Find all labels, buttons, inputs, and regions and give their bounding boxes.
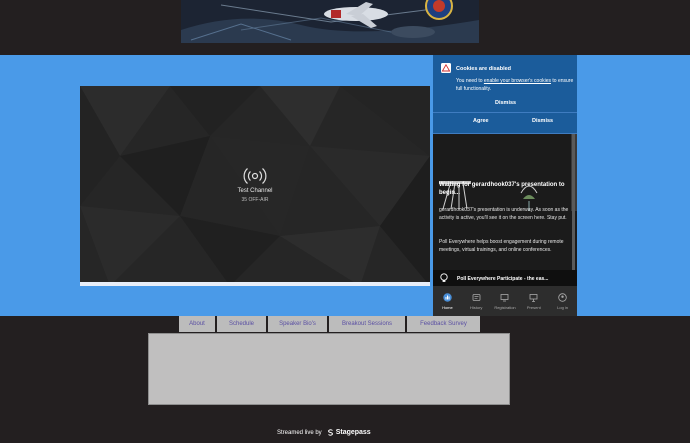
dismiss-button[interactable]: Dismiss: [495, 100, 516, 106]
banner-image: [181, 0, 479, 43]
cookie-message-prefix: You need to: [456, 78, 484, 84]
waiting-title: Waiting for gerardhook037's presentation…: [439, 182, 565, 196]
tip-text: Poll Everywhere Participate - the eas...: [457, 276, 549, 282]
enable-cookies-link[interactable]: enable your browser's cookies: [484, 78, 551, 84]
channel-status: 35 OFF-AIR: [241, 197, 269, 203]
nav-item-home[interactable]: Home: [433, 286, 462, 316]
warning-icon: [441, 63, 451, 73]
poll-everywhere-description: Poll Everywhere helps boost engagement d…: [439, 239, 564, 253]
stagepass-brand-text: Stagepass: [335, 429, 371, 436]
stagepass-logo[interactable]: Stagepass: [327, 429, 371, 436]
broadcast-icon: [243, 166, 267, 186]
registration-icon: [501, 293, 509, 301]
dismiss-button-secondary[interactable]: Dismiss: [532, 118, 553, 124]
channel-name: Test Channel: [237, 188, 273, 194]
home-icon: [443, 292, 452, 302]
nav-item-present[interactable]: Present: [519, 286, 548, 316]
tab-feedback-survey[interactable]: Feedback Survey: [407, 316, 480, 332]
nav-item-registration[interactable]: Registration: [491, 286, 520, 316]
present-icon: [529, 293, 538, 302]
nav-label-history: History: [469, 304, 483, 310]
nav-label-registration: Registration: [494, 304, 516, 310]
panel-scrollbar[interactable]: [572, 134, 575, 270]
agree-button[interactable]: Agree: [473, 118, 489, 124]
tab-bar: About Schedule Speaker Bio's Breakout Se…: [179, 316, 480, 332]
nav-item-login[interactable]: Log in: [548, 286, 577, 316]
streamed-by-text: Streamed live by: [277, 429, 322, 436]
player-progress-bar[interactable]: [80, 282, 430, 286]
presentation-status-text: gerardhook037's presentation is underway…: [439, 207, 569, 221]
history-icon: [472, 293, 481, 301]
divider: [433, 112, 577, 113]
stagepass-icon: [327, 429, 333, 436]
lightbulb-icon: [440, 273, 448, 282]
nav-item-history[interactable]: History: [462, 286, 491, 316]
login-icon: [558, 292, 567, 302]
tab-schedule[interactable]: Schedule: [217, 316, 268, 332]
tab-speaker-bios[interactable]: Speaker Bio's: [268, 316, 329, 332]
footer: Streamed live by Stagepass: [277, 429, 371, 436]
nav-label-login: Log in: [557, 304, 569, 310]
tab-content-area: [148, 333, 510, 405]
tab-about[interactable]: About: [179, 316, 217, 332]
page: { "player": { "channel_name": "Test Chan…: [0, 0, 690, 443]
tab-breakout-sessions[interactable]: Breakout Sessions: [329, 316, 407, 332]
nav-label-present: Present: [526, 304, 541, 310]
illustration-image: [433, 131, 577, 211]
cookie-notice-title: Cookies are disabled: [456, 66, 512, 72]
nav-label-home: Home: [442, 304, 453, 310]
poll-bottom-nav: Home History Registration Present Log in: [433, 286, 577, 316]
cookie-notice-message: You need to enable your browser's cookie…: [456, 77, 574, 93]
cookie-notice: Cookies are disabled You need to enable …: [433, 55, 577, 134]
tip-banner[interactable]: Poll Everywhere Participate - the eas...: [433, 270, 577, 286]
